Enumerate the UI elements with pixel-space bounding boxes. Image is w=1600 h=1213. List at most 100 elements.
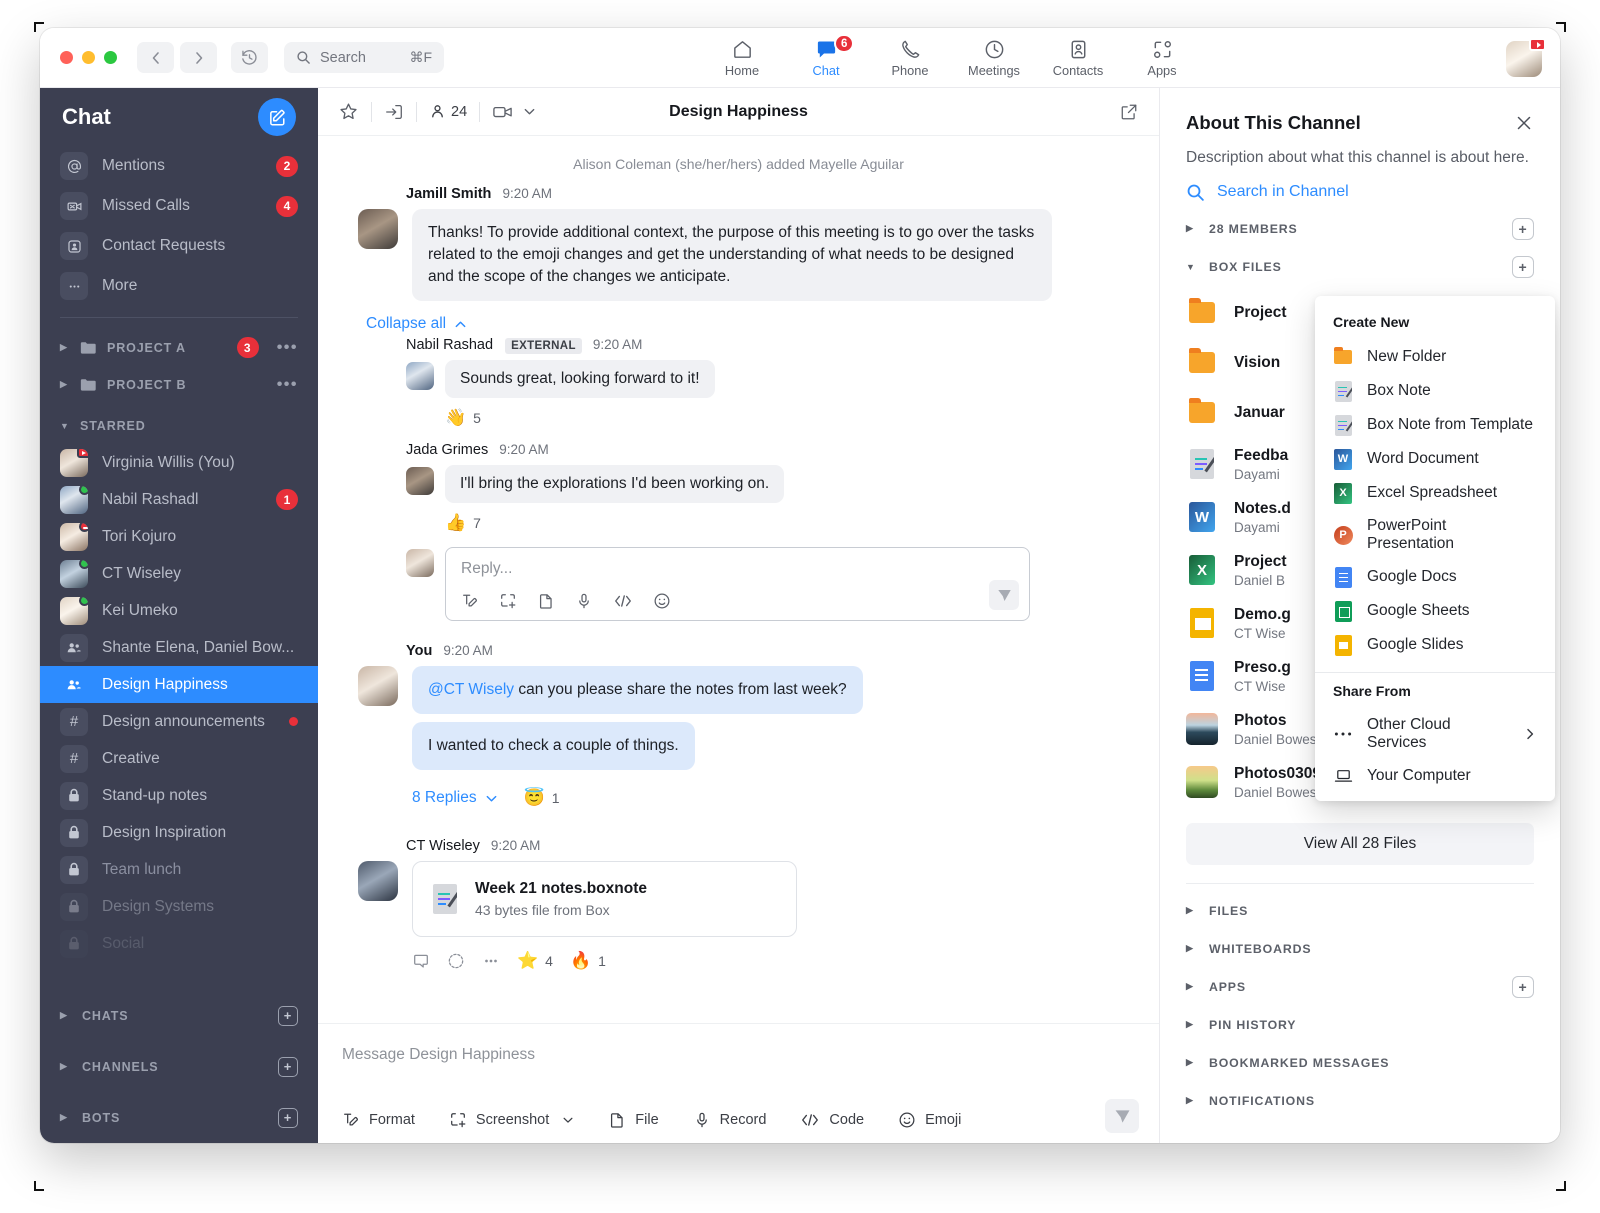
reaction-chip[interactable]: 👍 7 [445,513,481,533]
sidebar-item-design-inspiration[interactable]: Design Inspiration [40,814,318,851]
sidebar-item-tori-kojuro[interactable]: Tori Kojuro [40,518,318,555]
maximize-window-button[interactable] [104,51,117,64]
emoji-icon[interactable] [653,592,671,610]
sidebar-item-design-happiness[interactable]: Design Happiness [40,666,318,703]
search-in-channel-button[interactable]: Search in Channel [1160,169,1560,202]
avatar[interactable] [406,467,434,495]
menu-item-google-sheets[interactable]: Google Sheets [1315,594,1555,628]
send-icon[interactable] [989,580,1019,610]
panel-section-bookmarked-messages[interactable]: ▶ BOOKMARKED MESSAGES [1160,1044,1560,1082]
sidebar-section-bots[interactable]: ▶ BOTS + [40,1092,318,1143]
menu-item-box-note[interactable]: Box Note [1315,374,1555,408]
sidebar-item-team-lunch[interactable]: Team lunch [40,851,318,888]
reaction-chip[interactable]: 👋 5 [445,408,481,428]
add-chat-button[interactable]: + [278,1005,298,1026]
star-icon[interactable] [338,101,359,122]
menu-item-other-cloud-services[interactable]: Other Cloud Services [1315,709,1555,759]
panel-section-apps[interactable]: ▶ APPS + [1160,968,1560,1006]
add-app-button[interactable]: + [1512,975,1534,998]
avatar[interactable] [358,861,398,901]
tab-chat[interactable]: Chat 6 [784,28,868,88]
microphone-icon[interactable] [575,592,593,610]
view-all-files-button[interactable]: View All 28 Files [1186,822,1534,865]
panel-section-members[interactable]: ▶ 28 MEMBERS + [1160,210,1560,248]
format-icon[interactable] [461,592,479,610]
add-channel-button[interactable]: + [278,1056,298,1077]
menu-item-google-docs[interactable]: Google Docs [1315,560,1555,594]
menu-item-excel-spreadsheet[interactable]: X Excel Spreadsheet [1315,476,1555,510]
mention-link[interactable]: @CT Wisely [428,681,514,698]
members-count[interactable]: 24 [429,103,467,120]
screenshot-icon[interactable] [499,592,517,610]
file-icon[interactable] [537,592,555,610]
reaction-chip[interactable]: ⭐ 4 [517,951,553,971]
sidebar-item-group-shante-elena[interactable]: Shante Elena, Daniel Bow... [40,629,318,666]
tab-apps[interactable]: Apps [1120,28,1204,88]
sidebar-item-ct-wiseley[interactable]: CT Wiseley [40,555,318,592]
close-window-button[interactable] [60,51,73,64]
sidebar-item-kei-umeko[interactable]: Kei Umeko [40,592,318,629]
sidebar-item-nabil-rashadl[interactable]: Nabil Rashadl 1 [40,481,318,518]
popout-icon[interactable] [1119,102,1139,122]
more-actions-icon[interactable] [482,952,500,970]
create-new-context-menu[interactable]: Create New New Folder Box Note Box Note … [1315,296,1555,801]
add-box-file-button[interactable]: + [1512,255,1534,278]
move-to-folder-icon[interactable] [384,102,404,122]
folder-more-button[interactable]: ••• [277,376,298,394]
panel-section-box-files[interactable]: ▼ BOX FILES + [1160,248,1560,286]
sidebar-item-missed-calls[interactable]: Missed Calls 4 [40,186,318,226]
chevron-down-icon[interactable] [523,105,536,118]
add-bot-button[interactable]: + [278,1107,298,1128]
video-camera-icon[interactable] [492,103,513,121]
file-attachment-card[interactable]: Week 21 notes.boxnote 43 bytes file from… [412,861,797,937]
tab-home[interactable]: Home [700,28,784,88]
collapse-all-button[interactable]: Collapse all [366,315,1159,333]
composer-format-button[interactable]: Format [342,1111,415,1129]
sidebar-section-starred[interactable]: ▼ STARRED [40,407,318,444]
reply-icon[interactable] [412,952,430,970]
panel-section-files[interactable]: ▶ FILES [1160,892,1560,930]
panel-section-pin-history[interactable]: ▶ PIN HISTORY [1160,1006,1560,1044]
composer-file-button[interactable]: File [608,1111,659,1129]
menu-item-powerpoint-presentation[interactable]: P PowerPoint Presentation [1315,510,1555,560]
menu-item-new-folder[interactable]: New Folder [1315,340,1555,374]
add-member-button[interactable]: + [1512,217,1534,240]
reaction-chip[interactable]: 🔥 1 [570,951,606,971]
reply-input[interactable]: Reply... [445,547,1030,621]
folder-more-button[interactable]: ••• [277,339,298,357]
sidebar-item-creative[interactable]: # Creative [40,740,318,777]
menu-item-google-slides[interactable]: Google Slides [1315,628,1555,662]
send-message-button[interactable] [1105,1099,1139,1133]
tab-contacts[interactable]: Contacts [1036,28,1120,88]
sidebar-section-channels[interactable]: ▶ CHANNELS + [40,1041,318,1092]
sidebar-item-virginia-willis[interactable]: Virginia Willis (You) [40,444,318,481]
menu-item-box-note-from-template[interactable]: Box Note from Template [1315,408,1555,442]
replies-link[interactable]: 8 Replies [412,789,498,807]
message-list[interactable]: Alison Coleman (she/her/hers) added Maye… [318,136,1159,1023]
panel-section-notifications[interactable]: ▶ NOTIFICATIONS [1160,1082,1560,1120]
forward-button[interactable] [180,42,217,73]
composer-screenshot-button[interactable]: Screenshot [449,1111,574,1129]
sidebar-item-design-systems[interactable]: Design Systems [40,888,318,925]
reaction-chip[interactable]: 😇 1 [524,788,560,808]
history-button[interactable] [231,42,268,73]
tab-meetings[interactable]: Meetings [952,28,1036,88]
composer-emoji-button[interactable]: Emoji [898,1111,961,1129]
sidebar-folder-project-b[interactable]: ▶ PROJECT B ••• [40,366,318,403]
message-composer[interactable]: Message Design Happiness Format Screensh… [318,1023,1159,1143]
panel-section-whiteboards[interactable]: ▶ WHITEBOARDS [1160,930,1560,968]
back-button[interactable] [137,42,174,73]
code-icon[interactable] [613,592,633,610]
menu-item-word-document[interactable]: W Word Document [1315,442,1555,476]
sidebar-item-design-announcements[interactable]: # Design announcements [40,703,318,740]
search-input[interactable]: Search ⌘F [284,42,444,73]
sidebar-section-chats[interactable]: ▶ CHATS + [40,990,318,1041]
sidebar-item-stand-up-notes[interactable]: Stand-up notes [40,777,318,814]
minimize-window-button[interactable] [82,51,95,64]
sidebar-item-social[interactable]: Social [40,925,318,962]
composer-record-button[interactable]: Record [693,1111,766,1129]
sidebar-item-mentions[interactable]: Mentions 2 [40,146,318,186]
add-reaction-icon[interactable] [447,952,465,970]
close-icon[interactable] [1514,113,1534,133]
compose-button[interactable] [258,98,296,136]
